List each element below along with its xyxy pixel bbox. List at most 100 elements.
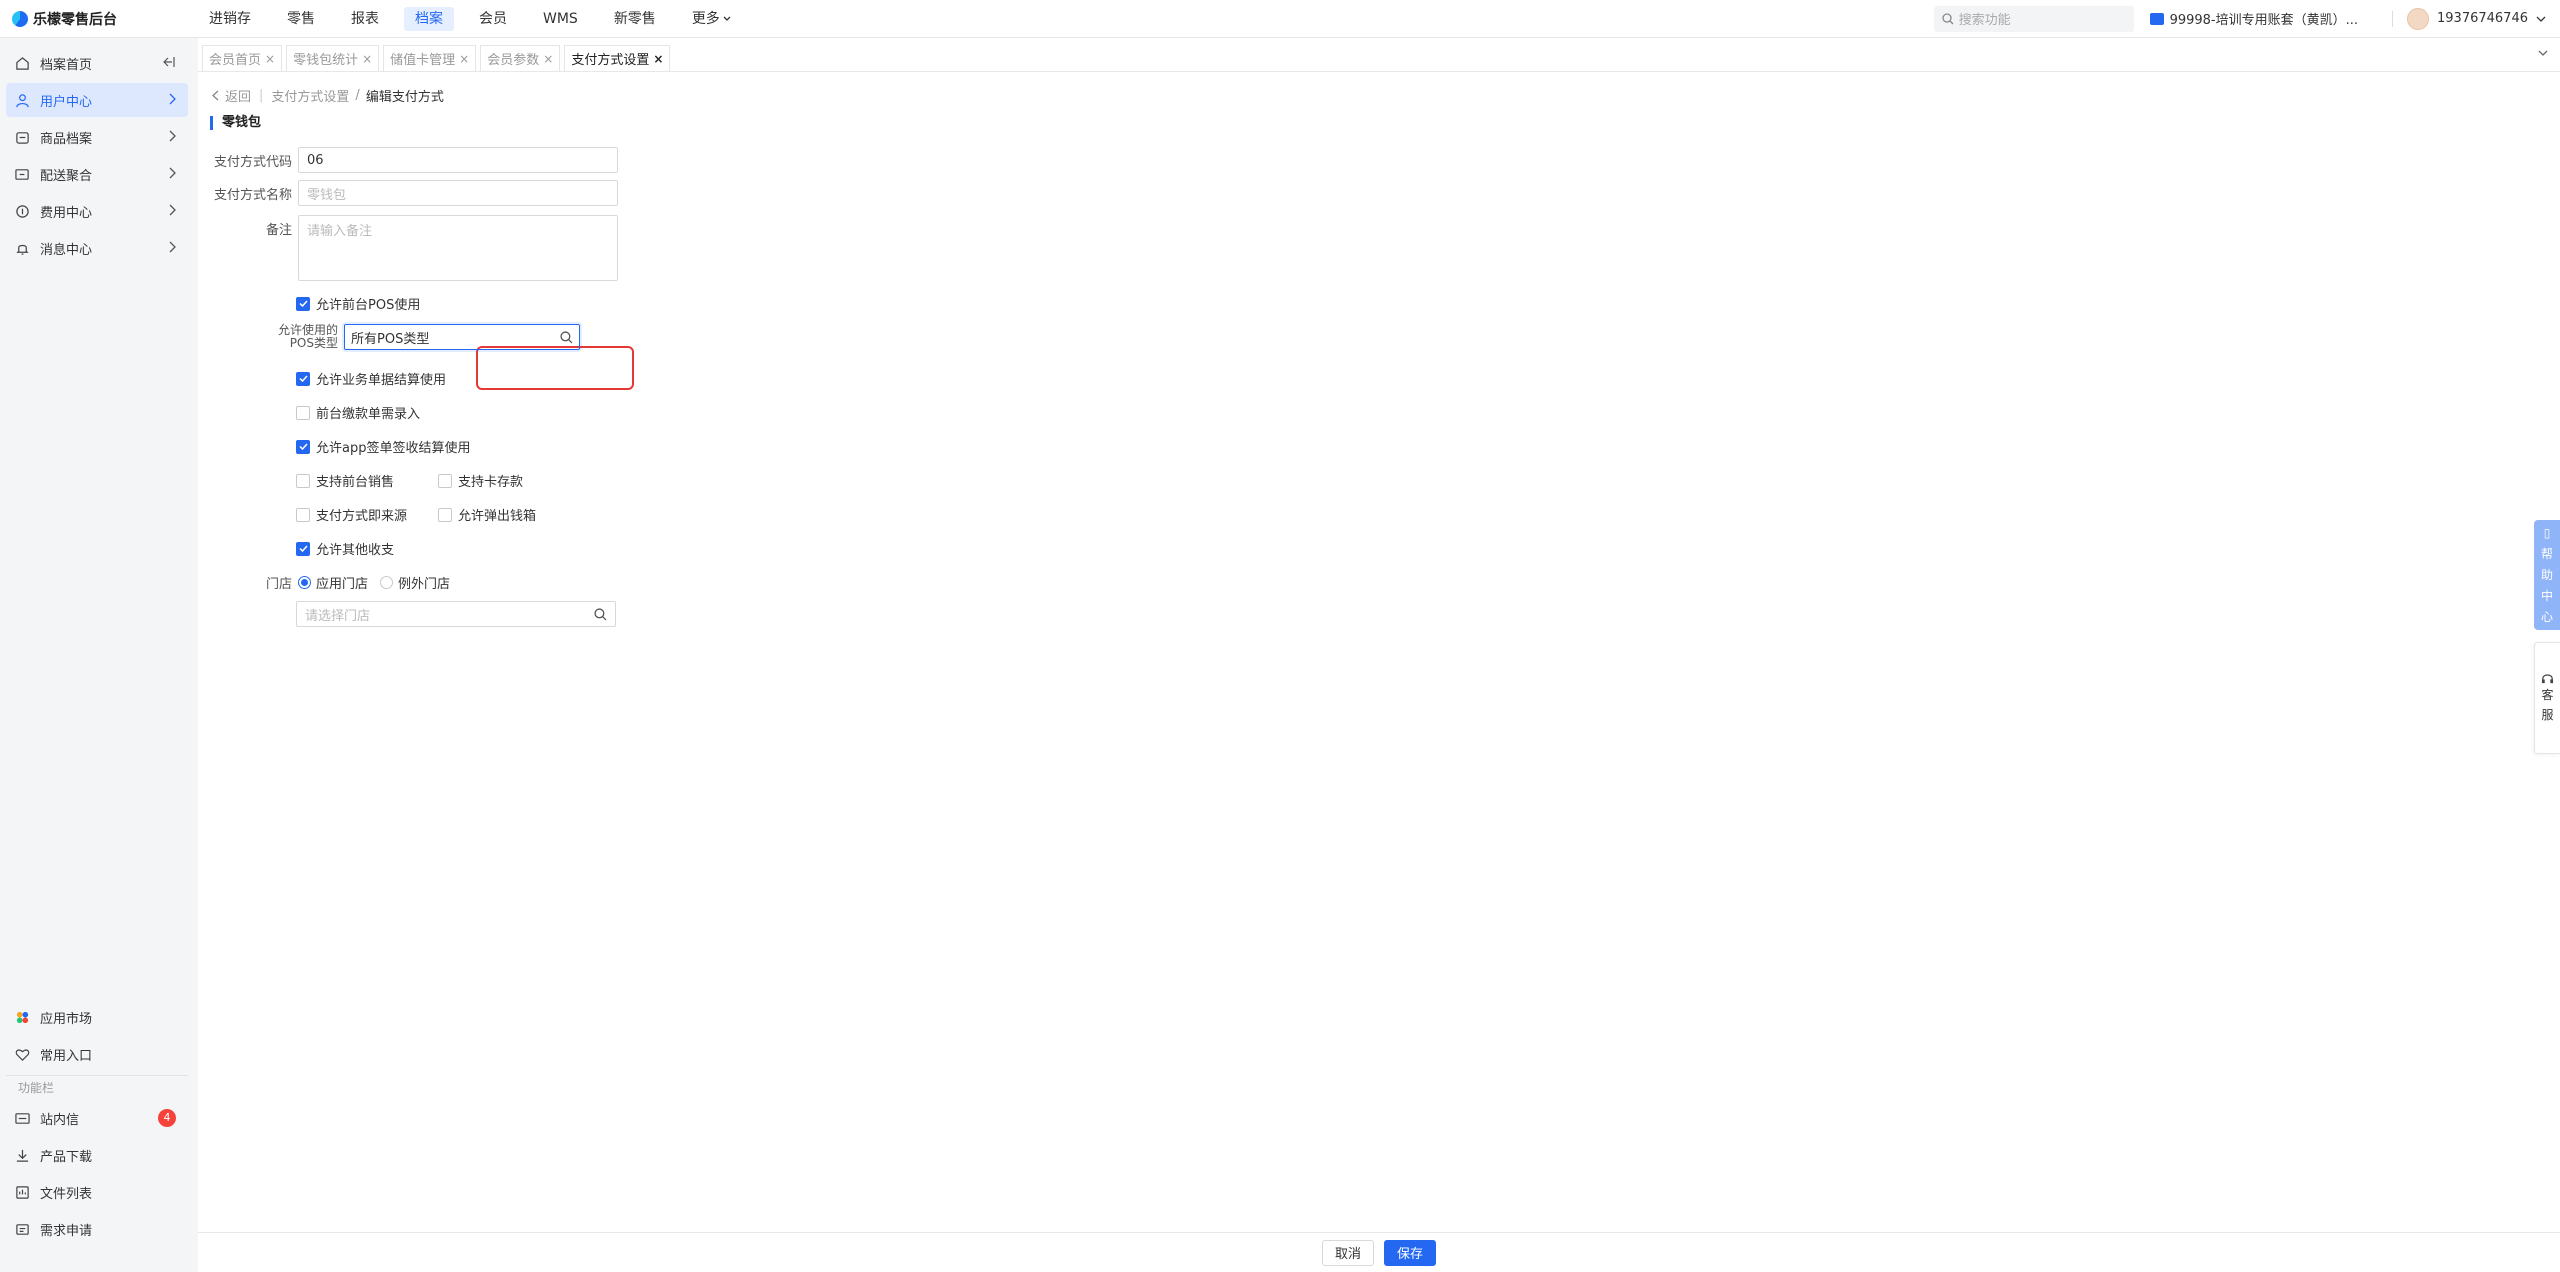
avatar (2407, 7, 2430, 30)
search-placeholder: 搜索功能 (1958, 13, 2011, 28)
checkbox[interactable] (296, 541, 310, 556)
nav-item-wms[interactable]: WMS (532, 7, 589, 31)
close-icon[interactable]: × (459, 52, 469, 66)
pos-type-select[interactable]: 所有POS类型 (344, 324, 580, 350)
nav-item-inventory[interactable]: 进销存 (198, 7, 262, 31)
radio[interactable] (298, 576, 311, 589)
close-icon[interactable]: × (265, 52, 275, 66)
user-icon (14, 92, 30, 108)
close-icon[interactable]: × (543, 52, 553, 66)
search-icon[interactable] (560, 330, 573, 344)
sidebar-item-file-list[interactable]: 文件列表 (6, 1175, 188, 1209)
sidebar-item-label: 档案首页 (40, 57, 93, 73)
nav-item-retail[interactable]: 零售 (276, 7, 326, 31)
tab-member-home[interactable]: 会员首页 × (202, 45, 283, 71)
close-icon[interactable]: × (362, 52, 372, 66)
sidebar-item-label: 消息中心 (40, 242, 93, 258)
sidebar-item-label: 应用市场 (40, 1011, 93, 1027)
search-icon[interactable] (594, 607, 607, 621)
sidebar-item-download[interactable]: 产品下载 (6, 1138, 188, 1172)
highlight-box (476, 346, 634, 390)
customer-service-button[interactable]: 客 服 (2534, 642, 2560, 754)
nav-item-more[interactable]: 更多 (681, 7, 742, 31)
tab-member-params[interactable]: 会员参数 × (480, 45, 561, 71)
breadcrumb-parent[interactable]: 支付方式设置 (271, 86, 349, 105)
breadcrumb-current: 编辑支付方式 (365, 90, 444, 105)
sidebar-item-requests[interactable]: 需求申请 (6, 1212, 188, 1246)
allow-business-checkbox[interactable]: 允许业务单据结算使用 (296, 369, 446, 388)
checkbox[interactable] (296, 439, 310, 454)
close-icon[interactable]: × (653, 52, 663, 66)
file-list-icon (14, 1184, 30, 1200)
help-icon: ▯ (2543, 525, 2551, 540)
allow-other-checkbox[interactable]: 允许其他收支 (296, 539, 394, 558)
inbox-badge: 4 (158, 1109, 176, 1127)
mail-icon (14, 1110, 30, 1126)
chevron-right-icon (169, 130, 176, 142)
sidebar-item-user-center[interactable]: 用户中心 (6, 83, 188, 117)
breadcrumb: 返回 | 支付方式设置 / 编辑支付方式 (212, 86, 444, 105)
checkbox[interactable] (438, 507, 452, 522)
store-select-input[interactable]: 请选择门店 (296, 601, 616, 627)
collapse-sidebar-icon[interactable] (162, 56, 176, 68)
app-title: 乐檬零售后台 (33, 11, 117, 28)
user-menu[interactable]: 19376746746 (2407, 7, 2546, 30)
account-selector[interactable]: 99998-培训专用账套（黄凯）... (2149, 9, 2358, 28)
page-tabs: 会员首页 × 零钱包统计 × 储值卡管理 × 会员参数 × 支付方式设置 × (198, 38, 2560, 72)
sidebar-item-messages[interactable]: 消息中心 (6, 231, 188, 265)
checkbox[interactable] (296, 371, 310, 386)
checkbox[interactable] (438, 473, 452, 488)
nav-item-new-retail[interactable]: 新零售 (603, 7, 667, 31)
back-link[interactable]: 返回 (225, 86, 251, 105)
nav-item-member[interactable]: 会员 (468, 7, 518, 31)
logo-icon (12, 10, 28, 27)
sidebar-item-product-archive[interactable]: 商品档案 (6, 120, 188, 154)
chevron-right-icon (169, 167, 176, 179)
heart-icon (14, 1046, 30, 1062)
support-card-deposit-checkbox[interactable]: 支持卡存款 (438, 471, 523, 490)
chevron-down-icon[interactable] (2538, 50, 2548, 56)
chevron-left-icon[interactable] (212, 90, 219, 101)
nav-more-label: 更多 (691, 10, 720, 27)
checkbox-label: 支付方式即来源 (316, 509, 408, 524)
support-front-sale-checkbox[interactable]: 支持前台销售 (296, 471, 394, 490)
help-center-button[interactable]: ▯ 帮 助 中 心 (2534, 520, 2560, 630)
tab-stored-card[interactable]: 储值卡管理 × (383, 45, 477, 71)
function-search-input[interactable]: 搜索功能 (1933, 5, 2134, 32)
nav-item-reports[interactable]: 报表 (340, 7, 390, 31)
cancel-button[interactable]: 取消 (1321, 1239, 1374, 1266)
payment-code-field[interactable]: 06 (298, 147, 618, 173)
payment-source-checkbox[interactable]: 支付方式即来源 (296, 505, 407, 524)
tab-wallet-stats[interactable]: 零钱包统计 × (286, 45, 380, 71)
tab-label: 会员参数 (487, 53, 540, 68)
checkbox[interactable] (296, 405, 310, 420)
checkbox-label: 允许业务单据结算使用 (316, 373, 447, 388)
tab-payment-settings[interactable]: 支付方式设置 × (564, 45, 671, 71)
sidebar-item-distribution[interactable]: 配送聚合 (6, 157, 188, 191)
save-button[interactable]: 保存 (1384, 1239, 1437, 1266)
store-apply-radio[interactable]: 应用门店 (298, 573, 368, 592)
sidebar-item-app-market[interactable]: 应用市场 (6, 1000, 188, 1034)
app-logo[interactable]: 乐檬零售后台 (0, 9, 198, 29)
store-placeholder: 请选择门店 (305, 608, 371, 624)
allow-cash-drawer-checkbox[interactable]: 允许弹出钱箱 (438, 505, 536, 524)
checkbox[interactable] (296, 507, 310, 522)
front-payment-checkbox[interactable]: 前台缴款单需录入 (296, 403, 420, 422)
checkbox[interactable] (296, 296, 310, 311)
payment-name-field[interactable]: 零钱包 (298, 180, 618, 206)
help-char: 心 (2540, 609, 2553, 624)
remark-textarea[interactable]: 请输入备注 (298, 215, 618, 281)
checkbox[interactable] (296, 473, 310, 488)
sidebar-item-archive-home[interactable]: 档案首页 (6, 46, 188, 80)
allow-app-checkbox[interactable]: 允许app签单签收结算使用 (296, 437, 470, 456)
nav-item-archive[interactable]: 档案 (404, 6, 454, 31)
store-except-radio[interactable]: 例外门店 (380, 573, 450, 592)
allow-pos-checkbox[interactable]: 允许前台POS使用 (296, 294, 420, 313)
chevron-right-icon (169, 93, 176, 105)
sidebar-item-expense[interactable]: 费用中心 (6, 194, 188, 228)
tab-label: 支付方式设置 (571, 53, 650, 68)
sidebar-item-favorites[interactable]: 常用入口 (6, 1037, 188, 1071)
radio[interactable] (380, 576, 394, 589)
function-bar-label: 功能栏 (6, 1075, 188, 1099)
sidebar-item-inbox[interactable]: 站内信 4 (6, 1101, 188, 1135)
